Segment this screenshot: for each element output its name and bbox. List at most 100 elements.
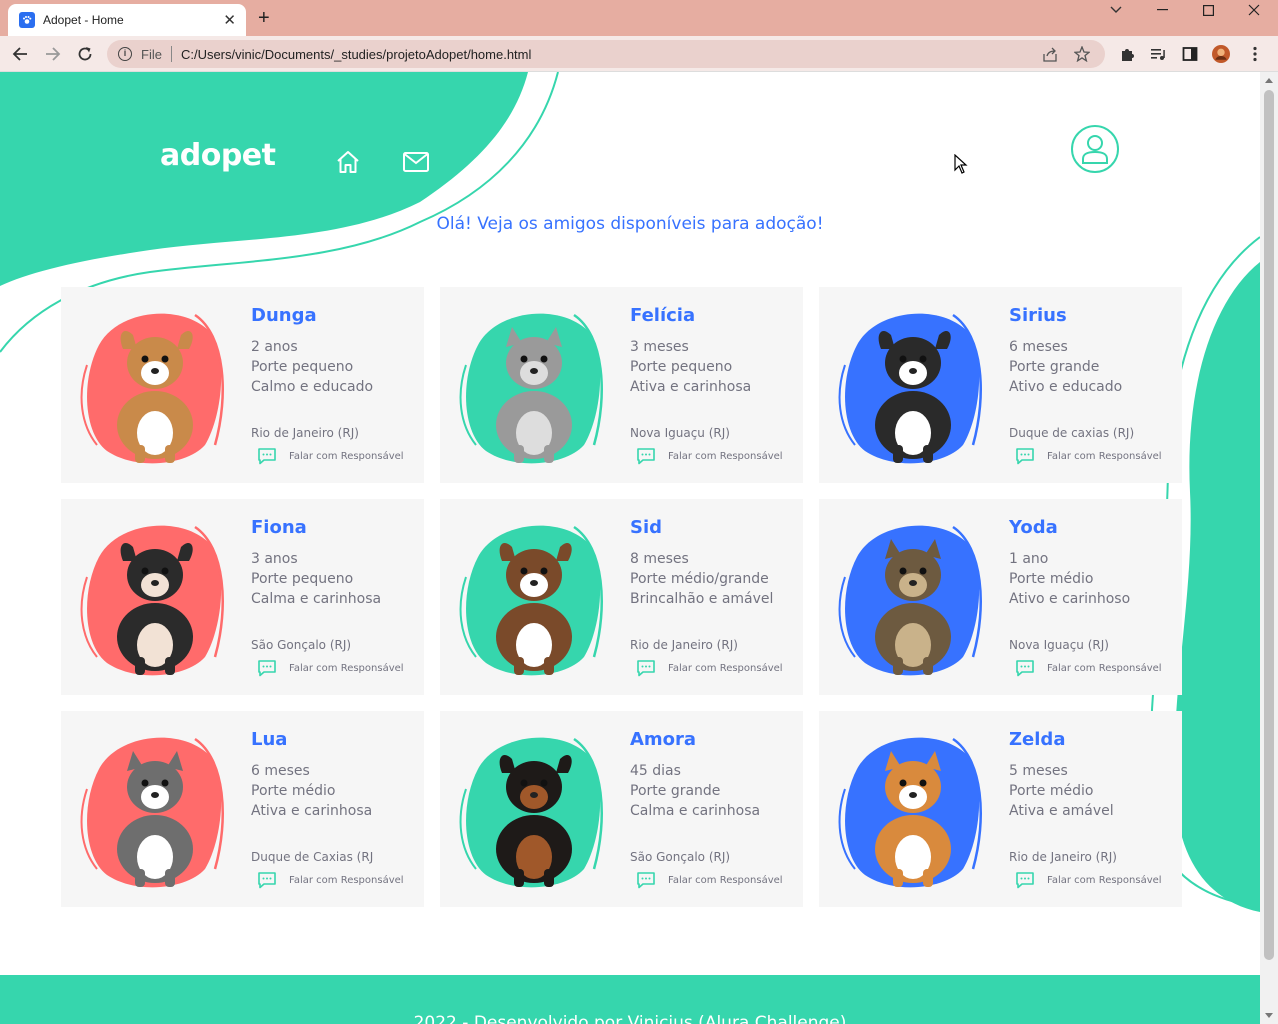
- pet-card[interactable]: Zelda 5 meses Porte médio Ativa e amável Rio…: [819, 711, 1182, 907]
- pet-info: 3 meses Porte pequeno Ativa e carinhosa: [630, 337, 751, 397]
- tab-title: Adopet - Home: [43, 13, 124, 27]
- media-controls-icon[interactable]: [1149, 45, 1167, 63]
- pet-age: 6 meses: [1009, 339, 1068, 355]
- pet-name: Lua: [251, 729, 288, 750]
- paw-favicon-icon: [19, 12, 35, 28]
- pet-card[interactable]: Yoda 1 ano Porte médio Ativo e carinhoso Nov…: [819, 499, 1182, 695]
- contact-owner-label: Falar com Responsável: [289, 450, 404, 462]
- url-scheme: File: [141, 46, 162, 62]
- pet-info: 8 meses Porte médio/grande Brincalhão e am…: [630, 549, 773, 609]
- contact-owner-link[interactable]: Falar com Responsável: [1015, 659, 1162, 677]
- dog-rottweiler-puppy-image: [456, 729, 610, 895]
- new-tab-icon[interactable]: +: [258, 8, 270, 28]
- chat-bubble-icon: [637, 872, 655, 889]
- pet-age: 3 anos: [251, 551, 298, 567]
- contact-owner-link[interactable]: Falar com Responsável: [636, 871, 783, 889]
- contact-owner-link[interactable]: Falar com Responsável: [257, 659, 404, 677]
- url-separator: [170, 46, 172, 62]
- contact-owner-link[interactable]: Falar com Responsável: [1015, 871, 1162, 889]
- pet-card[interactable]: Amora 45 dias Porte grande Calma e carinhos…: [440, 711, 803, 907]
- contact-owner-link[interactable]: Falar com Responsável: [636, 447, 783, 465]
- pet-photo: [835, 729, 989, 891]
- share-icon[interactable]: [1041, 45, 1059, 63]
- dog-corgi-image: [77, 305, 231, 471]
- browser-menu-icon[interactable]: [1246, 45, 1264, 63]
- contact-owner-link[interactable]: Falar com Responsável: [636, 659, 783, 677]
- contact-owner-link[interactable]: Falar com Responsável: [257, 871, 404, 889]
- pet-temperament: Brincalhão e amável: [630, 591, 774, 607]
- pet-name: Yoda: [1009, 517, 1058, 538]
- pet-temperament: Calma e carinhosa: [251, 591, 382, 607]
- extensions-puzzle-icon[interactable]: [1118, 45, 1136, 63]
- chat-bubble-icon: [258, 872, 276, 889]
- pet-temperament: Ativo e educado: [1009, 379, 1123, 395]
- cat-tabby-image: [456, 305, 610, 471]
- pet-card[interactable]: Lua 6 meses Porte médio Ativa e carinhosa Du…: [61, 711, 424, 907]
- maximize-icon[interactable]: [1185, 0, 1231, 20]
- forward-icon[interactable]: [42, 43, 64, 65]
- browser-toolbar: i File C:/Users/vinic/Documents/_studies…: [0, 36, 1278, 72]
- scrollbar-thumb[interactable]: [1264, 90, 1274, 960]
- adopet-logo[interactable]: adopet: [160, 138, 276, 173]
- chat-bubble-icon: [1016, 448, 1034, 465]
- pet-temperament: Ativa e carinhosa: [630, 379, 752, 395]
- pet-info: 2 anos Porte pequeno Calmo e educado: [251, 337, 373, 397]
- bookmark-star-icon[interactable]: [1073, 45, 1091, 63]
- contact-owner-label: Falar com Responsável: [1047, 874, 1162, 886]
- pet-age: 1 ano: [1009, 551, 1049, 567]
- pet-size: Porte pequeno: [630, 359, 733, 375]
- tab-close-icon[interactable]: ✕: [223, 12, 236, 28]
- mouse-cursor-icon: [954, 153, 968, 178]
- pet-city: São Gonçalo (RJ): [251, 638, 352, 652]
- window-close-icon[interactable]: [1231, 0, 1277, 20]
- browser-tab[interactable]: Adopet - Home ✕: [8, 4, 246, 36]
- pet-size: Porte grande: [630, 783, 721, 799]
- chat-bubble-icon: [637, 448, 655, 465]
- dog-mixed-image: [456, 517, 610, 683]
- pet-name: Zelda: [1009, 729, 1066, 750]
- pet-name: Sid: [630, 517, 663, 538]
- pet-card[interactable]: Dunga 2 anos Porte pequeno Calmo e educado R…: [61, 287, 424, 483]
- contact-owner-link[interactable]: Falar com Responsável: [1015, 447, 1162, 465]
- pet-photo: [456, 729, 610, 891]
- contact-owner-link[interactable]: Falar com Responsável: [257, 447, 404, 465]
- mail-icon[interactable]: [403, 152, 429, 176]
- user-profile-button[interactable]: [1071, 125, 1119, 173]
- pet-card[interactable]: Sirius 6 meses Porte grande Ativo e educado…: [819, 287, 1182, 483]
- pet-photo: [77, 305, 231, 467]
- pet-card[interactable]: Felícia 3 meses Porte pequeno Ativa e carin…: [440, 287, 803, 483]
- profile-avatar-icon[interactable]: [1212, 45, 1230, 63]
- pet-photo: [835, 517, 989, 679]
- contact-owner-label: Falar com Responsável: [668, 450, 783, 462]
- scroll-up-icon[interactable]: [1265, 78, 1273, 83]
- back-icon[interactable]: [9, 43, 31, 65]
- minimize-icon[interactable]: [1139, 0, 1185, 20]
- side-panel-icon[interactable]: [1181, 45, 1199, 63]
- scroll-down-icon[interactable]: [1265, 1013, 1273, 1018]
- pet-size: Porte médio: [251, 783, 336, 799]
- pet-name: Amora: [630, 729, 697, 750]
- contact-owner-label: Falar com Responsável: [1047, 662, 1162, 674]
- pet-city: São Gonçalo (RJ): [630, 850, 731, 864]
- pet-info: 6 meses Porte médio Ativa e carinhosa: [251, 761, 372, 821]
- address-bar[interactable]: i File C:/Users/vinic/Documents/_studies…: [107, 40, 1105, 68]
- pet-size: Porte médio/grande: [630, 571, 769, 587]
- url-text[interactable]: C:/Users/vinic/Documents/_studies/projet…: [181, 47, 1041, 62]
- site-info-icon[interactable]: i: [118, 47, 132, 61]
- pet-info: 6 meses Porte grande Ativo e educado: [1009, 337, 1122, 397]
- pet-card[interactable]: Fiona 3 anos Porte pequeno Calma e carinhos…: [61, 499, 424, 695]
- pet-card[interactable]: Sid 8 meses Porte médio/grande Brincalhão e…: [440, 499, 803, 695]
- contact-owner-label: Falar com Responsável: [289, 662, 404, 674]
- pet-photo: [456, 305, 610, 467]
- reload-icon[interactable]: [74, 43, 96, 65]
- tab-search-icon[interactable]: [1093, 0, 1139, 20]
- pet-info: 45 dias Porte grande Calma e carinhosa: [630, 761, 760, 821]
- home-icon[interactable]: [336, 150, 360, 178]
- page-scrollbar[interactable]: [1260, 72, 1278, 1024]
- contact-owner-label: Falar com Responsável: [668, 662, 783, 674]
- pet-photo: [456, 517, 610, 679]
- pet-photo: [77, 517, 231, 679]
- pet-age: 8 meses: [630, 551, 689, 567]
- pet-city: Nova Iguaçu (RJ): [630, 426, 730, 440]
- pet-age: 45 dias: [630, 763, 681, 779]
